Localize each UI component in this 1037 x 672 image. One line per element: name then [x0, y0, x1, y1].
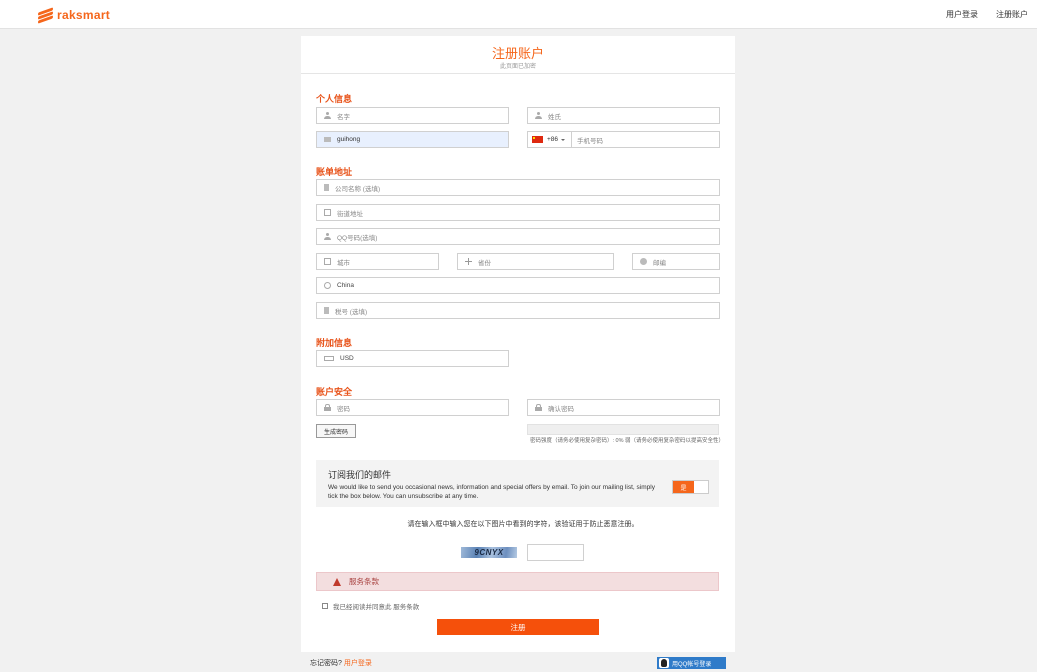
register-button[interactable]: 注册	[437, 619, 599, 635]
qq-login-label: 用QQ帐号登录	[672, 661, 712, 668]
password-placeholder: 密码	[337, 405, 350, 413]
chevron-down-icon[interactable]	[561, 138, 566, 141]
user-icon	[535, 112, 542, 119]
top-bar: raksmart 用户登录 注册账户	[0, 0, 1037, 29]
document-icon	[324, 307, 329, 314]
tos-label: 服务条款	[349, 577, 379, 586]
nav-login-link[interactable]: 用户登录	[946, 9, 978, 20]
globe-icon	[324, 282, 331, 289]
tos-panel[interactable]: 服务条款	[316, 572, 719, 591]
section-personal: 个人信息	[316, 94, 353, 104]
title-divider	[301, 73, 735, 74]
city-icon	[324, 258, 331, 265]
password-strength-bar	[527, 424, 719, 435]
pin-icon	[640, 258, 647, 265]
company-placeholder: 公司名称 (选填)	[335, 185, 381, 193]
agree-text: 我已经阅读并同意此 服务条款	[333, 604, 420, 611]
confirm-placeholder: 确认密码	[548, 405, 574, 413]
mail-icon	[324, 137, 331, 142]
building-icon	[324, 184, 329, 191]
province-placeholder: 省份	[478, 259, 491, 267]
china-flag-icon[interactable]	[532, 136, 543, 143]
lock-icon	[535, 404, 542, 411]
confirm-password-input[interactable]: 确认密码	[527, 399, 720, 416]
page-title: 注册账户	[491, 46, 544, 61]
warning-icon	[333, 577, 341, 586]
user-icon	[324, 233, 331, 240]
register-card: 注册账户 此页面已加密 个人信息 名字 姓氏 guihong +86 手机号码 …	[301, 36, 735, 652]
road-icon	[324, 209, 331, 216]
tax-placeholder: 税号 (选填)	[335, 308, 368, 316]
footer-links: 忘记密码? 用户登录	[310, 658, 372, 668]
email-input[interactable]: guihong	[316, 131, 509, 148]
section-security: 账户安全	[316, 387, 353, 397]
tax-input[interactable]: 税号 (选填)	[316, 302, 720, 319]
city-placeholder: 城市	[337, 259, 350, 267]
street-placeholder: 街道地址	[337, 210, 363, 218]
section-billing: 账单地址	[316, 167, 353, 177]
currency-select[interactable]: USD	[316, 350, 509, 367]
captcha-image[interactable]: 9CNYX	[461, 547, 517, 558]
subscribe-description: We would like to send you occasional new…	[328, 484, 655, 500]
password-input[interactable]: 密码	[316, 399, 509, 416]
last-name-placeholder: 姓氏	[548, 113, 561, 121]
generate-password-button[interactable]: 生成密码	[316, 424, 356, 438]
country-code[interactable]: +86	[547, 136, 558, 143]
phone-input[interactable]: +86 手机号码	[527, 131, 720, 148]
zip-input[interactable]: 邮编	[632, 253, 720, 270]
province-input[interactable]: 省份	[457, 253, 614, 270]
top-nav: 用户登录 注册账户	[946, 9, 1028, 20]
captcha-instruction: 请在输入框中输入您在以下图片中看到的字符，该验证用于防止恶意注册。	[407, 521, 639, 528]
section-additional: 附加信息	[316, 338, 353, 348]
forgot-password-text: 忘记密码?	[310, 660, 342, 667]
province-icon	[465, 258, 472, 265]
subscribe-title: 订阅我们的邮件	[328, 470, 392, 480]
last-name-input[interactable]: 姓氏	[527, 107, 720, 124]
nav-register-link[interactable]: 注册账户	[996, 9, 1028, 20]
page-subtitle: 此页面已加密	[499, 64, 536, 70]
subscribe-toggle[interactable]: 是	[672, 480, 709, 494]
agree-row: 我已经阅读并同意此 服务条款	[322, 601, 419, 611]
first-name-input[interactable]: 名字	[316, 107, 509, 124]
qq-placeholder: QQ号码(选填)	[337, 234, 378, 242]
company-input[interactable]: 公司名称 (选填)	[316, 179, 720, 196]
captcha-image-text: 9CNYX	[474, 548, 504, 557]
money-icon	[324, 356, 334, 361]
lock-icon	[324, 404, 331, 411]
logo-mark-icon	[38, 7, 53, 24]
currency-value: USD	[340, 355, 354, 362]
password-strength-text: 密码强度（请务必使用复杂密码）: 0% 弱（请务必使用复杂密码以提高安全性）	[529, 438, 725, 444]
street-input[interactable]: 街道地址	[316, 204, 720, 221]
agree-checkbox[interactable]	[322, 603, 328, 609]
country-select[interactable]: China	[316, 277, 720, 294]
brand-logo[interactable]: raksmart	[38, 7, 111, 24]
login-link[interactable]: 用户登录	[344, 660, 372, 667]
email-value: guihong	[337, 136, 361, 143]
captcha-input[interactable]	[527, 544, 584, 561]
qq-input[interactable]: QQ号码(选填)	[316, 228, 720, 245]
qq-login-button[interactable]: 用QQ帐号登录	[657, 657, 726, 669]
subscribe-box: 订阅我们的邮件 We would like to send you occasi…	[316, 460, 719, 507]
phone-placeholder: 手机号码	[577, 137, 604, 145]
phone-divider	[571, 132, 573, 147]
first-name-placeholder: 名字	[337, 113, 350, 121]
qq-icon	[659, 658, 669, 668]
zip-placeholder: 邮编	[653, 259, 666, 267]
toggle-on-label: 是	[673, 481, 694, 493]
city-input[interactable]: 城市	[316, 253, 439, 270]
country-value: China	[337, 282, 354, 289]
user-icon	[324, 112, 331, 119]
brand-name: raksmart	[57, 8, 111, 22]
